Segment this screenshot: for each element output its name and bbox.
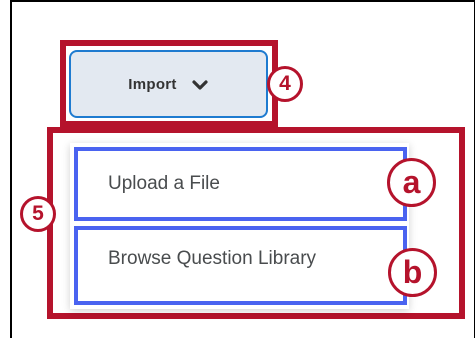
chevron-down-icon (191, 78, 209, 90)
callout-badge-4: 4 (267, 66, 303, 102)
menu-item-label: Upload a File (108, 173, 220, 194)
menu-item-browse-question-library[interactable]: Browse Question Library (74, 226, 407, 305)
callout-badge-b: b (388, 248, 437, 297)
menu-item-upload-file[interactable]: Upload a File (74, 147, 407, 221)
callout-badge-5: 5 (20, 196, 56, 232)
menu-item-label: Browse Question Library (108, 248, 317, 269)
import-button[interactable]: Import (69, 50, 268, 118)
callout-badge-a: a (387, 158, 436, 207)
import-button-label: Import (128, 75, 177, 93)
